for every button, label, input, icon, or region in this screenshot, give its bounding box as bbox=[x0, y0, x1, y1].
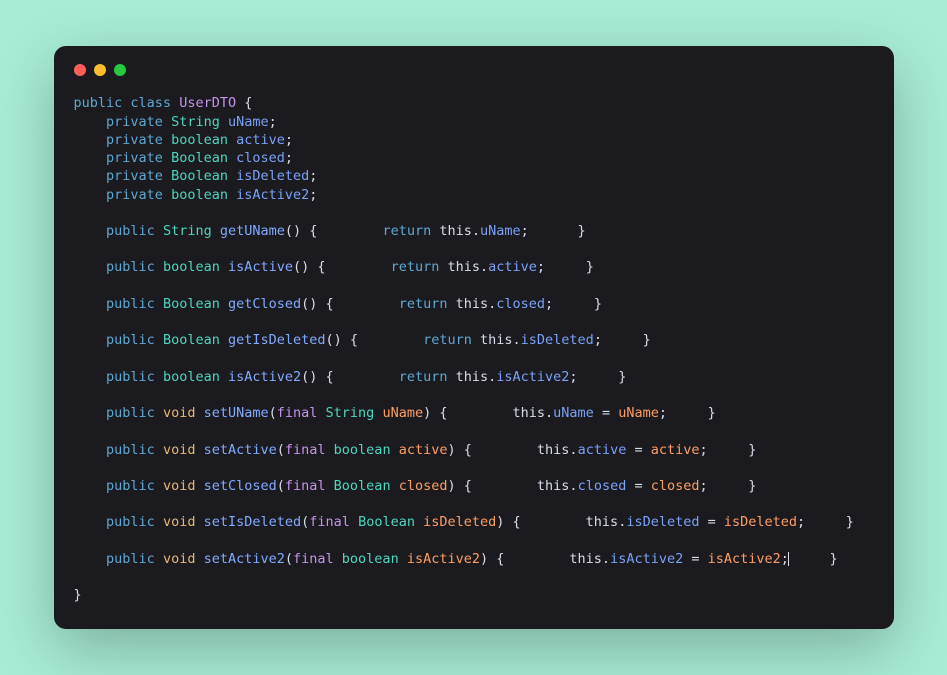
code-line: private Boolean isDeleted; bbox=[74, 167, 874, 185]
code-line bbox=[74, 350, 874, 368]
code-line bbox=[74, 422, 874, 440]
code-line: public Boolean getIsDeleted() { return t… bbox=[74, 331, 874, 349]
minimize-icon[interactable] bbox=[94, 64, 106, 76]
code-line bbox=[74, 495, 874, 513]
code-line bbox=[74, 459, 874, 477]
code-window: public class UserDTO { private String uN… bbox=[54, 46, 894, 628]
code-line bbox=[74, 386, 874, 404]
code-line: public String getUName() { return this.u… bbox=[74, 222, 874, 240]
code-line: public boolean isActive() { return this.… bbox=[74, 258, 874, 276]
code-line: public boolean isActive2() { return this… bbox=[74, 368, 874, 386]
maximize-icon[interactable] bbox=[114, 64, 126, 76]
code-line: public Boolean getClosed() { return this… bbox=[74, 295, 874, 313]
window-titlebar bbox=[74, 64, 874, 76]
code-line: public void setActive(final boolean acti… bbox=[74, 441, 874, 459]
code-line: public void setActive2(final boolean isA… bbox=[74, 550, 874, 568]
code-line: private boolean active; bbox=[74, 131, 874, 149]
code-line bbox=[74, 277, 874, 295]
code-line bbox=[74, 204, 874, 222]
code-line: } bbox=[74, 586, 874, 604]
code-line: public void setUName(final String uName)… bbox=[74, 404, 874, 422]
code-line: private String uName; bbox=[74, 113, 874, 131]
close-icon[interactable] bbox=[74, 64, 86, 76]
code-line: private boolean isActive2; bbox=[74, 186, 874, 204]
code-line bbox=[74, 240, 874, 258]
code-line: public void setIsDeleted(final Boolean i… bbox=[74, 513, 874, 531]
code-line: public class UserDTO { bbox=[74, 94, 874, 112]
code-line bbox=[74, 568, 874, 586]
code-line: private Boolean closed; bbox=[74, 149, 874, 167]
code-line bbox=[74, 313, 874, 331]
code-line: public void setClosed(final Boolean clos… bbox=[74, 477, 874, 495]
code-block: public class UserDTO { private String uN… bbox=[74, 94, 874, 604]
code-line bbox=[74, 532, 874, 550]
